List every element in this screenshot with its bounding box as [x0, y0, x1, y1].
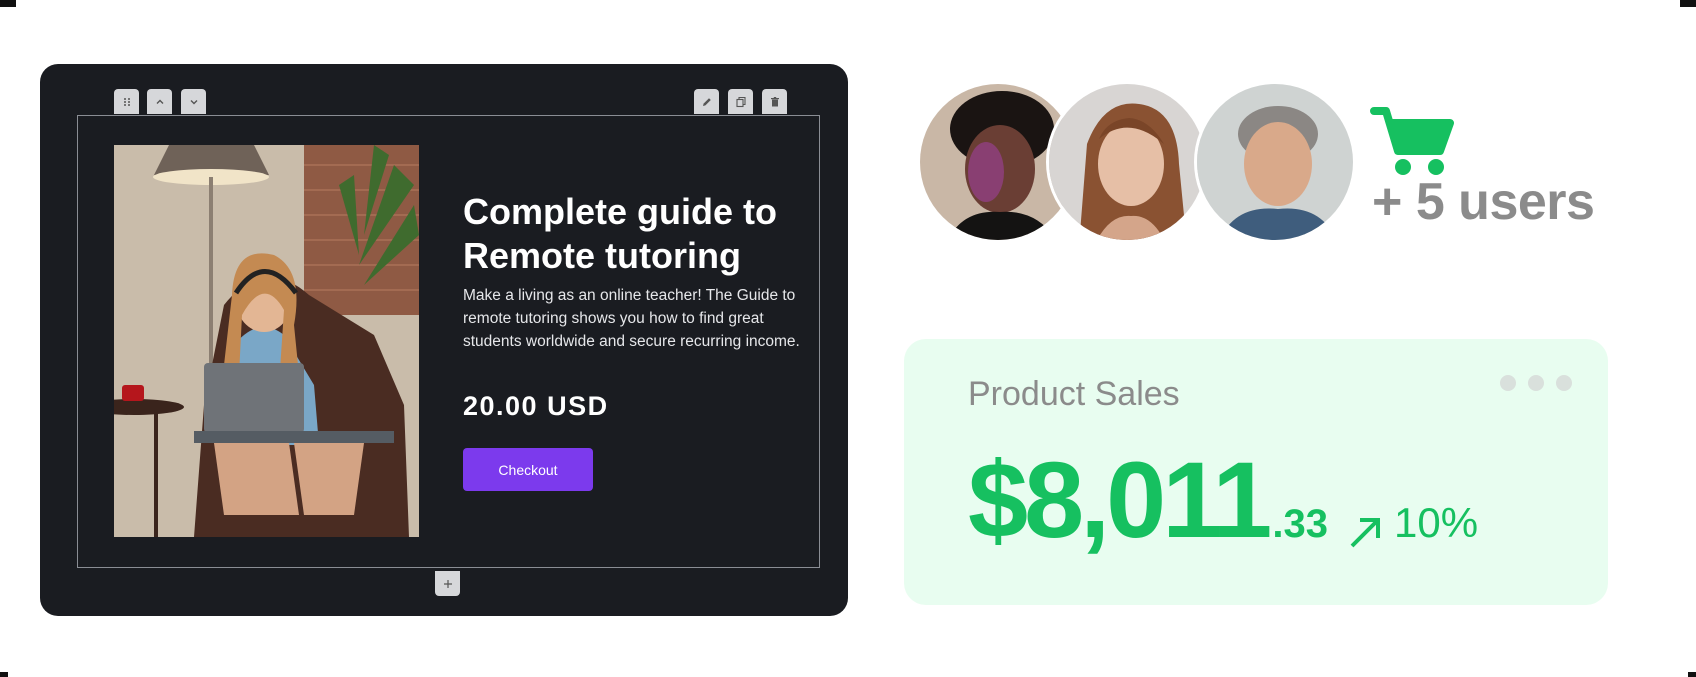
copy-icon — [735, 96, 746, 107]
corner-mark — [1680, 0, 1696, 7]
shopping-cart-icon — [1370, 107, 1454, 175]
edit-button[interactable] — [694, 89, 719, 114]
sales-amount: $8,011 .33 10% — [968, 437, 1478, 562]
corner-mark — [0, 0, 16, 7]
product-photo — [114, 145, 419, 537]
checkout-button[interactable]: Checkout — [463, 448, 593, 491]
product-sales-card: Product Sales $8,011 .33 10% — [904, 339, 1608, 605]
dot-icon — [1556, 375, 1572, 391]
sales-amount-main: $8,011 — [968, 439, 1272, 560]
move-down-button[interactable] — [181, 89, 206, 114]
dot-icon — [1500, 375, 1516, 391]
move-up-button[interactable] — [147, 89, 172, 114]
chevron-up-icon — [156, 99, 163, 104]
plus-icon — [443, 579, 452, 588]
arrow-up-right-icon — [1350, 518, 1380, 548]
add-block-button[interactable] — [435, 571, 460, 596]
drag-handle-icon — [123, 97, 130, 106]
avatar — [1046, 81, 1208, 243]
product-title: Complete guide to Remote tutoring — [463, 191, 777, 276]
product-price: 20.00 USD — [463, 391, 609, 421]
pencil-icon — [702, 97, 711, 106]
duplicate-button[interactable] — [728, 89, 753, 114]
avatar — [1194, 81, 1356, 243]
users-count: + 5 users — [1372, 173, 1595, 231]
corner-mark — [1688, 672, 1696, 677]
drag-handle-button[interactable] — [114, 89, 139, 114]
trash-icon — [770, 96, 779, 106]
sales-label: Product Sales — [968, 375, 1180, 413]
dot-icon — [1528, 375, 1544, 391]
more-options-button[interactable] — [1500, 375, 1572, 391]
product-block-editor: Complete guide to Remote tutoring Make a… — [40, 64, 848, 616]
delete-button[interactable] — [762, 89, 787, 114]
product-description: Make a living as an online teacher! The … — [463, 287, 800, 350]
sales-amount-cents: .33 — [1272, 502, 1328, 546]
sales-trend-value: 10% — [1393, 499, 1479, 546]
corner-mark — [0, 672, 8, 677]
chevron-down-icon — [190, 99, 197, 104]
